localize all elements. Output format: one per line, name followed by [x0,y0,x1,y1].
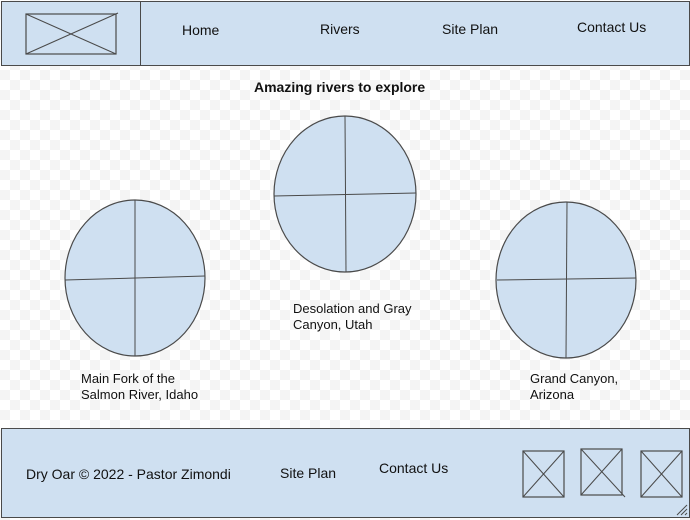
nav-contact-us-link[interactable]: Contact Us [577,19,646,35]
nav-rivers-link[interactable]: Rivers [320,21,360,37]
logo-placeholder-icon[interactable] [25,12,119,56]
nav-site-plan-link[interactable]: Site Plan [442,21,498,37]
social-placeholder-icon[interactable] [579,447,627,499]
river-label-salmon[interactable]: Main Fork of the Salmon River, Idaho [81,371,198,403]
river-label-desolation[interactable]: Desolation and Gray Canyon, Utah [293,301,412,333]
footer-site-plan-link[interactable]: Site Plan [280,465,336,481]
social-placeholder-icon[interactable] [521,448,567,500]
nav-home-link[interactable]: Home [182,22,219,38]
river-image-placeholder-icon[interactable] [63,198,207,358]
site-footer: Dry Oar © 2022 - Pastor Zimondi Site Pla… [1,428,690,518]
page-title: Amazing rivers to explore [254,79,426,95]
logo-divider [140,2,141,65]
footer-contact-us-link[interactable]: Contact Us [379,460,448,476]
site-header: Home Rivers Site Plan Contact Us [1,1,690,66]
river-label-grand-canyon[interactable]: Grand Canyon, Arizona [530,371,618,403]
river-image-placeholder-icon[interactable] [495,200,639,360]
resize-grip-icon[interactable] [676,504,688,516]
footer-copyright: Dry Oar © 2022 - Pastor Zimondi [26,466,231,482]
river-image-placeholder-icon[interactable] [272,114,418,274]
social-placeholder-icon[interactable] [639,448,685,500]
